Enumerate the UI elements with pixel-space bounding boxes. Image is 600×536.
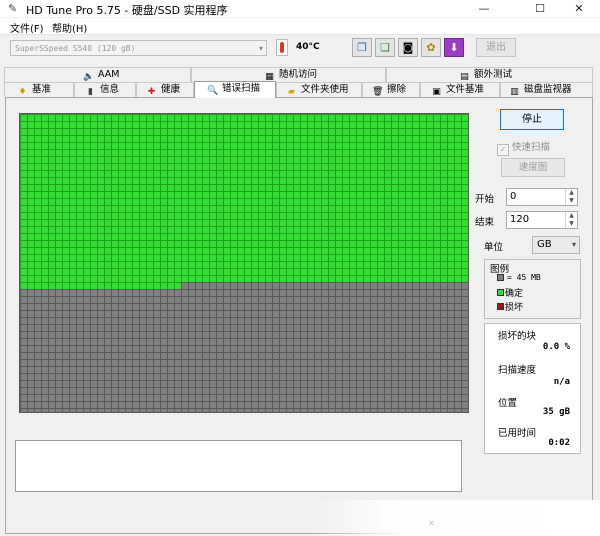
temperature-display: 40°C <box>276 38 320 57</box>
quick-scan-label: 快速扫描 <box>512 142 551 153</box>
device-name: SuperSSpeed S540 (120 gB) <box>15 44 136 53</box>
chevron-down-icon: ▾ <box>258 44 263 53</box>
legend-swatch-ok <box>497 289 504 296</box>
chevron-down-icon: ▾ <box>571 240 576 249</box>
elapsed-label: 已用时间 <box>498 428 537 439</box>
tab-file-benchmark[interactable]: ▣ 文件基准 <box>420 82 500 97</box>
legend-swatch-damaged <box>497 303 504 310</box>
tab-folder-usage[interactable]: ▰ 文件夹使用 <box>276 82 362 97</box>
copy-info-button[interactable]: ❐ <box>352 38 372 57</box>
tab-erase-label: 擦除 <box>387 84 407 95</box>
tab-file-benchmark-label: 文件基准 <box>446 84 485 95</box>
spin-down-icon[interactable]: ▼ <box>565 197 577 205</box>
start-input[interactable]: 0 ▲ ▼ <box>506 188 578 206</box>
camera-icon: ◙ <box>402 41 414 54</box>
window-title: HD Tune Pro 5.75 - 硬盘/SSD 实用程序 <box>26 4 228 17</box>
tab-health-label: 健康 <box>161 84 181 95</box>
checkbox-checked-icon: ✓ <box>497 144 509 156</box>
options-icon: ✿ <box>426 41 436 54</box>
speed-map-button[interactable]: 速度图 <box>501 158 565 177</box>
unit-label: 单位 <box>484 242 504 253</box>
faded-overlay <box>310 500 600 536</box>
scan-log <box>15 440 462 492</box>
legend-damaged-label: 损坏 <box>505 303 524 313</box>
save-button[interactable]: ⬇ <box>444 38 464 57</box>
elapsed-value: 0:02 <box>548 438 570 448</box>
end-value: 120 <box>510 214 530 225</box>
damaged-blocks-label: 损坏的块 <box>498 331 537 342</box>
thermometer-icon <box>276 39 288 56</box>
exit-button[interactable]: 退出 <box>476 38 516 57</box>
spin-up-icon[interactable]: ▲ <box>565 189 577 197</box>
legend-block-size: = 45 MB <box>507 273 541 282</box>
tab-info[interactable]: ▮ 信息 <box>74 82 136 97</box>
tab-random-access[interactable]: ▦ 随机访问 <box>191 67 386 82</box>
tab-aam-label: AAM <box>98 69 120 80</box>
unit-select[interactable]: GB ▾ <box>532 236 580 254</box>
tab-health[interactable]: ✚ 健康 <box>136 82 194 97</box>
magnifier-icon: 🔍 <box>207 86 219 96</box>
legend-ok-label: 确定 <box>505 289 524 299</box>
spin-up-icon[interactable]: ▲ <box>565 212 577 220</box>
device-select[interactable]: SuperSSpeed S540 (120 gB) ▾ <box>10 40 267 56</box>
close-button[interactable]: ✕ <box>556 0 600 17</box>
menu-help[interactable]: 帮助(H) <box>52 20 87 35</box>
collapse-icon: ✕ <box>428 519 435 528</box>
stop-button[interactable]: 停止 <box>500 109 564 130</box>
unit-value: GB <box>537 239 552 250</box>
menu-file[interactable]: 文件(F) <box>10 20 44 35</box>
legend-swatch-unscanned <box>497 274 504 281</box>
tab-info-label: 信息 <box>100 84 120 95</box>
tab-extra-tests[interactable]: ▤ 额外测试 <box>386 67 593 82</box>
minimize-button[interactable]: — <box>461 0 507 17</box>
save-icon: ⬇ <box>449 41 459 54</box>
temperature-value: 40°C <box>296 42 320 52</box>
tab-error-scan-label: 错误扫描 <box>222 83 261 94</box>
tab-benchmark-label: 基准 <box>32 84 52 95</box>
tab-extra-tests-label: 额外测试 <box>474 69 513 80</box>
tab-disk-monitor[interactable]: ▥ 磁盘监视器 <box>500 82 593 97</box>
position-value: 35 gB <box>542 407 570 417</box>
scanned-blocks <box>20 114 468 282</box>
start-value: 0 <box>510 191 517 202</box>
copy-text-icon: ❏ <box>380 41 390 54</box>
start-label: 开始 <box>475 194 495 205</box>
tab-random-access-label: 随机访问 <box>279 69 318 80</box>
scan-speed-value: n/a <box>553 377 570 387</box>
scan-speed-label: 扫描速度 <box>498 365 537 376</box>
options-button[interactable]: ✿ <box>421 38 441 57</box>
tab-error-scan[interactable]: 🔍 错误扫描 <box>194 81 276 98</box>
menu-bar <box>0 18 600 35</box>
copy-info-icon: ❐ <box>357 41 367 54</box>
damaged-blocks-value: 0.0 % <box>542 342 570 352</box>
end-input[interactable]: 120 ▲ ▼ <box>506 211 578 229</box>
end-label: 结束 <box>475 217 495 228</box>
app-icon: ✎ <box>8 2 18 15</box>
tab-erase[interactable]: 🗑 擦除 <box>362 82 420 97</box>
tab-benchmark[interactable]: ♦ 基准 <box>4 82 74 97</box>
quick-scan-checkbox[interactable]: ✓ 快速扫描 <box>497 139 550 156</box>
spin-down-icon[interactable]: ▼ <box>565 220 577 228</box>
tab-folder-usage-label: 文件夹使用 <box>301 84 349 95</box>
scanned-blocks-partial-row <box>20 282 181 289</box>
screenshot-button[interactable]: ◙ <box>398 38 418 57</box>
tab-aam[interactable]: 🔈 AAM <box>4 67 191 82</box>
block-map <box>19 113 469 413</box>
copy-text-button[interactable]: ❏ <box>375 38 395 57</box>
tab-disk-monitor-label: 磁盘监视器 <box>524 84 572 95</box>
